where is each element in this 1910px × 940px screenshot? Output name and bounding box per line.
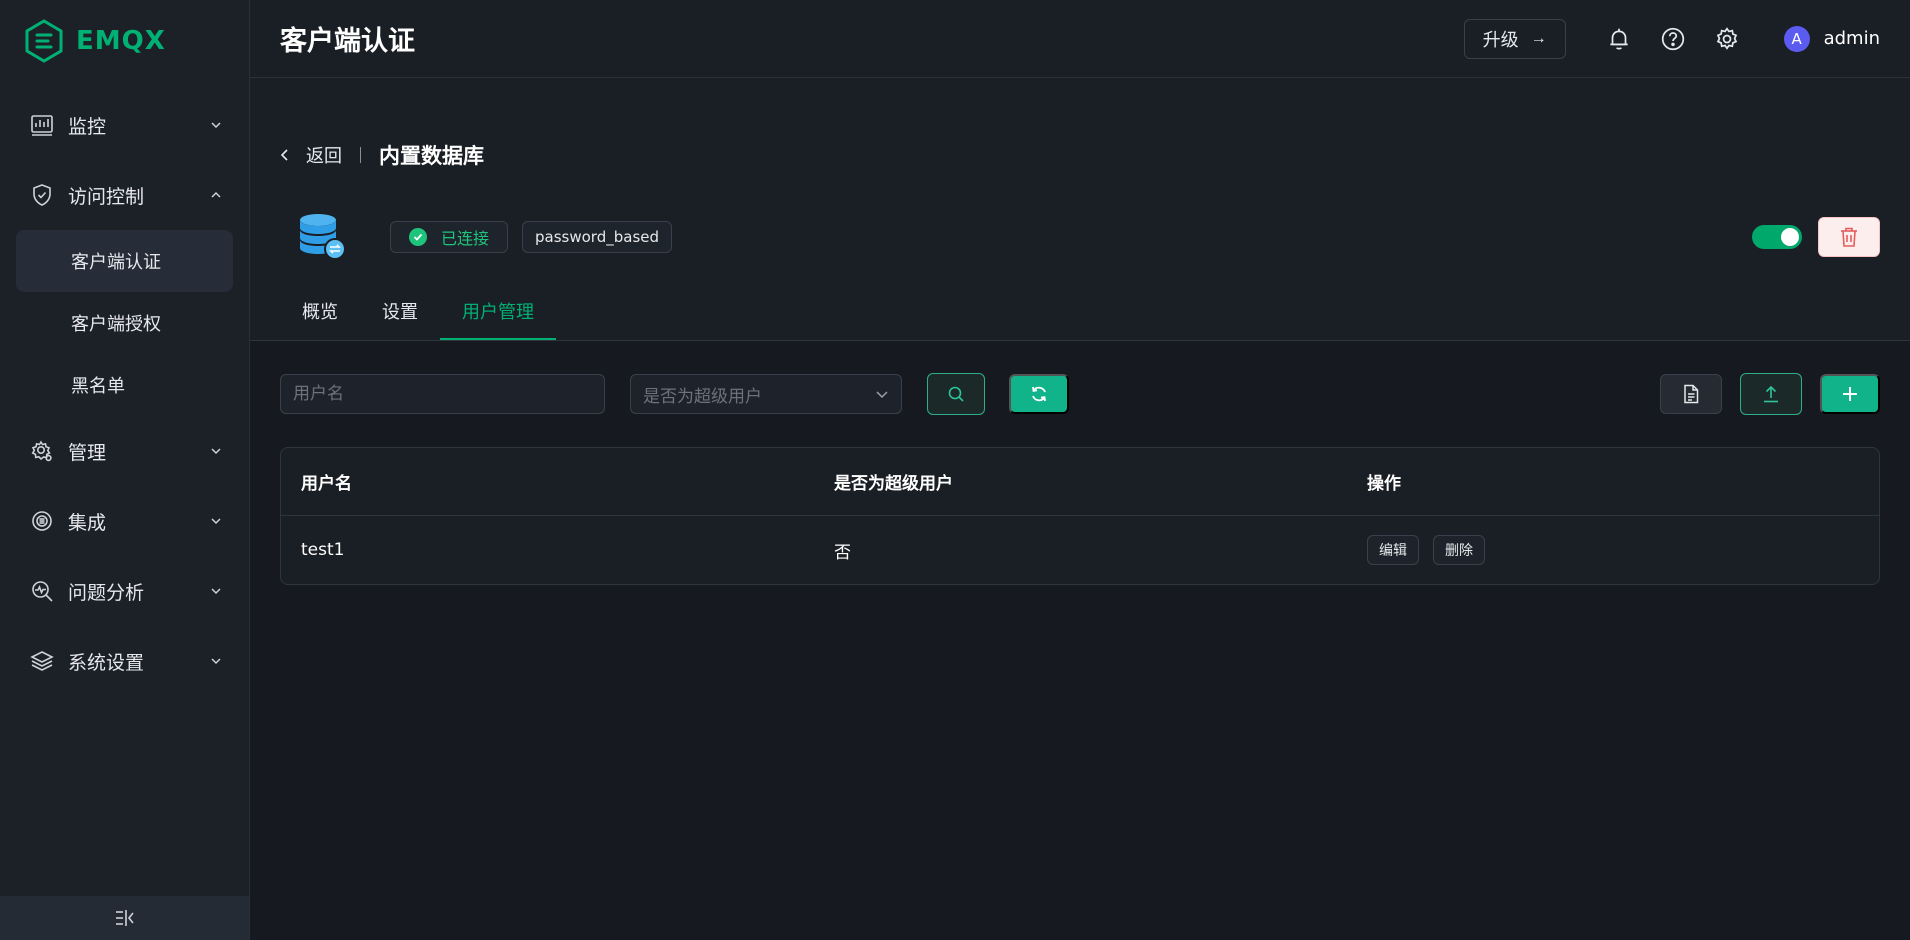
help-icon[interactable] (1660, 26, 1686, 52)
sidebar-subitem-client-authorization[interactable]: 客户端授权 (16, 292, 233, 354)
table-row: test1 否 编辑 删除 (281, 516, 1879, 584)
sidebar-menu: 监控 访问控制 客户端认证 客户端授权 黑名单 管理 集成 问题分析 系统设置 (0, 90, 249, 696)
layers-icon (30, 651, 54, 671)
upgrade-label: 升级 (1482, 29, 1519, 50)
check-circle-icon (409, 228, 427, 246)
chevron-up-icon (211, 191, 221, 198)
chevron-down-icon (211, 122, 221, 129)
user-name[interactable]: admin (1824, 28, 1880, 49)
table-header: 用户名 是否为超级用户 操作 (281, 448, 1879, 516)
edit-user-button[interactable]: 编辑 (1367, 535, 1419, 565)
authenticator-info: 已连接 password_based (280, 189, 1880, 285)
chevron-down-icon (211, 588, 221, 595)
plus-icon (1843, 387, 1857, 401)
username-search-input[interactable] (280, 374, 605, 414)
document-icon (1684, 384, 1699, 404)
cell-actions: 编辑 删除 (1347, 535, 1879, 565)
sidebar-item-diagnose[interactable]: 问题分析 (0, 556, 249, 626)
app-root: EMQX 监控 访问控制 客户端认证 客户端授权 黑名单 管理 集成 问题分析 … (0, 0, 1910, 940)
back-label: 返回 (306, 146, 342, 167)
detail-tabs: 概览 设置 用户管理 (250, 285, 1910, 341)
sidebar-subitem-client-authentication[interactable]: 客户端认证 (16, 230, 233, 292)
sidebar-item-label: 监控 (68, 115, 107, 138)
delete-authenticator-button[interactable] (1818, 217, 1880, 257)
users-table: 用户名 是否为超级用户 操作 test1 否 编辑 删除 (280, 447, 1880, 585)
column-header-actions: 操作 (1367, 474, 1401, 494)
bell-icon[interactable] (1606, 26, 1632, 52)
sidebar: EMQX 监控 访问控制 客户端认证 客户端授权 黑名单 管理 集成 问题分析 … (0, 0, 250, 940)
breadcrumb-title: 内置数据库 (379, 144, 484, 168)
search-icon (948, 386, 964, 402)
gear-people-icon (31, 440, 52, 462)
tab-settings[interactable]: 设置 (360, 284, 440, 340)
upload-users-button[interactable] (1740, 373, 1802, 415)
cell-username: test1 (301, 540, 345, 560)
sidebar-subitem-blacklist[interactable]: 黑名单 (16, 354, 233, 416)
monitor-icon (31, 115, 53, 136)
sidebar-item-system-settings[interactable]: 系统设置 (0, 626, 249, 696)
sidebar-item-management[interactable]: 管理 (0, 416, 249, 486)
enable-toggle[interactable] (1752, 225, 1802, 249)
gear-icon[interactable] (1714, 26, 1740, 52)
sidebar-item-integration[interactable]: 集成 (0, 486, 249, 556)
sidebar-item-label: 访问控制 (68, 185, 145, 208)
upgrade-button[interactable]: 升级 → (1463, 18, 1566, 59)
avatar[interactable]: A (1783, 25, 1810, 52)
back-link[interactable]: 返回 (280, 142, 342, 168)
breadcrumb: 返回 内置数据库 (280, 121, 1880, 189)
add-user-button[interactable] (1820, 374, 1880, 414)
sidebar-item-monitor[interactable]: 监控 (0, 90, 249, 160)
breadcrumb-divider (360, 147, 361, 163)
column-header-username: 用户名 (301, 474, 352, 494)
main-area: 客户端认证 升级 → A admin 返回 内置数据库 已连接 password… (250, 0, 1910, 940)
sidebar-item-access-control[interactable]: 访问控制 (0, 160, 249, 230)
sidebar-subitem-label: 客户端授权 (71, 314, 161, 335)
emqx-logo-icon (25, 19, 63, 63)
refresh-icon (1032, 386, 1046, 402)
superuser-select-placeholder: 是否为超级用户 (643, 386, 762, 407)
mechanism-badge: password_based (522, 221, 673, 253)
arrow-right-icon: → (1530, 29, 1547, 47)
refresh-button[interactable] (1009, 374, 1069, 414)
diagnose-icon (32, 581, 53, 602)
user-management-panel: 是否为超级用户 (250, 341, 1910, 940)
chevron-down-icon (876, 391, 888, 399)
column-header-superuser: 是否为超级用户 (834, 474, 953, 494)
chevron-down-icon (211, 448, 221, 455)
status-label: 已连接 (441, 229, 490, 248)
page-title: 客户端认证 (280, 26, 415, 57)
detail-header: 返回 内置数据库 已连接 password_based 概览 设置 用户管理 (250, 78, 1910, 341)
import-template-button[interactable] (1660, 374, 1722, 414)
trash-icon (1841, 227, 1857, 247)
filter-bar: 是否为超级用户 (280, 341, 1880, 447)
sidebar-item-label: 系统设置 (68, 651, 145, 674)
integration-icon (32, 511, 52, 531)
sidebar-item-label: 集成 (68, 511, 107, 534)
database-icon (300, 214, 346, 260)
sidebar-collapse-button[interactable] (0, 896, 249, 940)
top-header: 客户端认证 升级 → A admin (250, 0, 1910, 78)
sidebar-item-label: 问题分析 (68, 581, 145, 604)
superuser-select[interactable]: 是否为超级用户 (630, 374, 902, 414)
chevron-left-icon (280, 149, 288, 161)
upload-icon (1764, 385, 1778, 403)
tab-user-management[interactable]: 用户管理 (440, 284, 556, 340)
delete-user-button[interactable]: 删除 (1433, 535, 1485, 565)
collapse-sidebar-icon (115, 910, 134, 926)
search-button[interactable] (927, 373, 985, 415)
chevron-down-icon (211, 518, 221, 525)
sidebar-item-label: 管理 (68, 441, 107, 464)
brand-name: EMQX (76, 26, 166, 56)
connection-status-badge: 已连接 (390, 221, 509, 253)
sidebar-subitem-label: 客户端认证 (71, 252, 161, 273)
shield-icon (33, 184, 51, 206)
logo[interactable]: EMQX (0, 0, 249, 82)
chevron-down-icon (211, 658, 221, 665)
tab-overview[interactable]: 概览 (280, 284, 360, 340)
cell-superuser: 否 (834, 542, 851, 563)
sidebar-subitem-label: 黑名单 (71, 376, 125, 397)
